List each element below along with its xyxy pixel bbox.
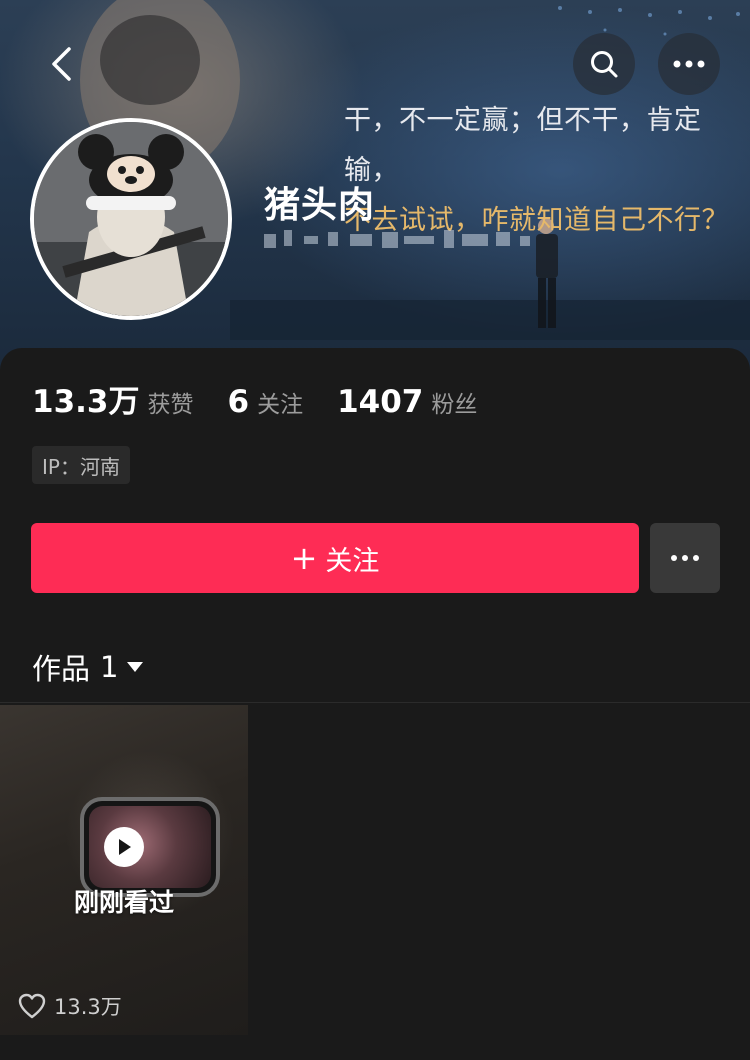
more-horizontal-icon xyxy=(673,60,705,68)
video-thumbnail[interactable]: 刚刚看过 13.3万 xyxy=(0,705,248,1035)
chevron-left-icon xyxy=(52,47,71,81)
banner-quote: 干，不一定赢；但不干，肯定输， 不去试试，咋就知道自己不行？ xyxy=(344,96,750,246)
profile-username: 猪头肉 xyxy=(264,185,376,226)
ip-location-tag: IP：河南 xyxy=(32,446,130,484)
more-actions-button[interactable] xyxy=(650,523,720,593)
profile-stats: 13.3万 获赞 6 关注 1407 粉丝 xyxy=(32,376,477,421)
play-icon xyxy=(119,839,131,855)
play-button[interactable] xyxy=(104,827,144,867)
more-horizontal-icon xyxy=(671,555,699,561)
profile-banner: 干，不一定赢；但不干，肯定输， 不去试试，咋就知道自己不行？ 猪头肉 xyxy=(0,0,750,372)
avatar-image xyxy=(34,122,228,316)
likes-count: 13.3万 xyxy=(32,384,140,420)
caret-down-icon xyxy=(127,662,144,672)
more-options-button[interactable] xyxy=(658,33,720,95)
recently-viewed-label: 刚刚看过 xyxy=(73,888,174,917)
tab-works[interactable]: 作品 1 xyxy=(32,646,144,688)
follow-button[interactable]: + 关注 xyxy=(31,523,639,593)
profile-panel: 13.3万 获赞 6 关注 1407 粉丝 IP：河南 + 关注 作品 1 刚刚… xyxy=(0,348,750,1060)
back-button[interactable] xyxy=(36,36,86,92)
followers-count[interactable]: 1407 xyxy=(337,384,423,420)
search-button[interactable] xyxy=(573,33,635,95)
video-likes-count: 13.3万 xyxy=(54,995,122,1019)
search-icon xyxy=(591,51,618,78)
followers-label[interactable]: 粉丝 xyxy=(431,385,477,419)
plus-icon: + xyxy=(290,539,318,577)
following-count[interactable]: 6 xyxy=(228,384,250,420)
watch-image xyxy=(80,797,220,897)
quote-line-1: 干，不一定赢；但不干，肯定输， xyxy=(344,105,702,186)
follow-button-label: 关注 xyxy=(325,545,380,577)
works-count: 1 xyxy=(100,650,119,684)
video-likes: 13.3万 xyxy=(18,991,122,1021)
following-label[interactable]: 关注 xyxy=(257,385,303,419)
heart-outline-icon xyxy=(18,993,46,1019)
redacted-signature xyxy=(264,230,530,248)
works-tab-label: 作品 xyxy=(32,652,91,686)
avatar[interactable] xyxy=(30,118,232,320)
tab-divider xyxy=(0,702,750,703)
likes-label: 获赞 xyxy=(147,392,194,418)
